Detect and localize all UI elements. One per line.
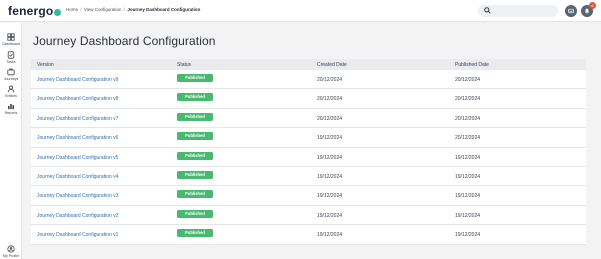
- status-badge: Published: [177, 170, 213, 179]
- version-link[interactable]: Journey Dashboard Configuration v7: [37, 116, 118, 122]
- breadcrumb-separator: /: [80, 7, 82, 12]
- notifications-button[interactable]: 6: [581, 2, 596, 17]
- dashboard-icon: [7, 33, 15, 41]
- published-date: 20/12/2024: [455, 77, 481, 83]
- table-row[interactable]: Journey Dashboard Configuration v5 Publi…: [31, 147, 586, 167]
- created-date: 19/12/2024: [317, 154, 343, 161]
- sidebar-item-my-profile[interactable]: My Profile: [0, 245, 22, 258]
- bell-icon: [584, 8, 590, 14]
- sidebar-item-label: Tasks: [6, 60, 16, 64]
- version-link[interactable]: Journey Dashboard Configuration v4: [37, 174, 118, 180]
- logo-text: fenergo: [8, 4, 54, 18]
- version-link[interactable]: Journey Dashboard Configuration v3: [37, 193, 118, 199]
- published-date: 19/12/2024: [455, 232, 481, 239]
- version-link[interactable]: Journey Dashboard Configuration v1: [37, 232, 118, 238]
- published-date: 20/12/2024: [455, 96, 481, 103]
- breadcrumb-current: Journey Dashboard Configuration: [127, 7, 201, 12]
- published-date: 19/12/2024: [455, 193, 481, 200]
- entities-icon: [7, 85, 15, 93]
- status-badge: Published: [177, 93, 213, 102]
- sidebar-item-label: My Profile: [3, 254, 19, 258]
- created-date: 19/12/2024: [317, 232, 343, 239]
- notification-badge: 6: [589, 2, 596, 9]
- top-bar: fenergo Home / View Configuration / Jour…: [0, 0, 601, 22]
- table-row[interactable]: Journey Dashboard Configuration v3 Publi…: [31, 186, 586, 206]
- sidebar-item-tasks[interactable]: Tasks: [0, 51, 22, 64]
- breadcrumb-view-configuration[interactable]: View Configuration: [84, 7, 122, 12]
- table-row[interactable]: Journey Dashboard Configuration v4 Publi…: [31, 166, 586, 187]
- version-link[interactable]: Journey Dashboard Configuration v9: [37, 77, 118, 83]
- main-content: Journey Dashboard Configuration Version …: [23, 23, 601, 259]
- column-header-published-date[interactable]: Published Date: [455, 62, 489, 68]
- status-badge: Published: [177, 190, 213, 199]
- published-date: 20/12/2024: [455, 135, 481, 142]
- created-date: 20/12/2024: [317, 77, 343, 83]
- table-header: Version Status Created Date Published Da…: [31, 59, 586, 70]
- status-badge: Published: [177, 74, 213, 82]
- status-badge: Published: [177, 209, 213, 218]
- created-date: 19/12/2024: [317, 212, 343, 219]
- published-date: 20/12/2024: [455, 115, 481, 122]
- version-link[interactable]: Journey Dashboard Configuration v6: [37, 135, 118, 141]
- table-row[interactable]: Journey Dashboard Configuration v7 Publi…: [31, 108, 586, 129]
- fenergo-logo[interactable]: fenergo: [8, 4, 62, 18]
- sidebar-item-label: Journeys: [3, 77, 19, 81]
- journeys-icon: [7, 68, 15, 76]
- status-badge: Published: [177, 132, 213, 141]
- page-title: Journey Dashboard Configuration: [33, 34, 216, 48]
- reports-icon: [7, 104, 15, 110]
- status-badge: Published: [177, 151, 213, 160]
- table-row[interactable]: Journey Dashboard Configuration v2 Publi…: [31, 205, 586, 226]
- configuration-table: Version Status Created Date Published Da…: [31, 59, 586, 245]
- sidebar-item-label: Reports: [4, 111, 18, 115]
- created-date: 19/12/2024: [317, 193, 343, 200]
- table-row[interactable]: Journey Dashboard Configuration v6 Publi…: [31, 128, 586, 148]
- logo-dot-icon: [54, 9, 62, 16]
- published-date: 19/12/2024: [455, 173, 481, 180]
- inbox-button[interactable]: [565, 5, 577, 17]
- column-header-created-date[interactable]: Created Date: [317, 62, 347, 68]
- version-link[interactable]: Journey Dashboard Configuration v8: [37, 96, 118, 102]
- profile-icon: [7, 245, 15, 253]
- version-link[interactable]: Journey Dashboard Configuration v5: [37, 155, 118, 161]
- table-row[interactable]: Journey Dashboard Configuration v9 Publi…: [31, 70, 586, 90]
- search-box[interactable]: [478, 5, 558, 17]
- table-row[interactable]: Journey Dashboard Configuration v1 Publi…: [31, 225, 586, 245]
- published-date: 19/12/2024: [455, 154, 481, 161]
- inbox-icon: [568, 8, 574, 14]
- created-date: 20/12/2024: [317, 115, 343, 122]
- status-badge: Published: [177, 112, 213, 121]
- created-date: 20/12/2024: [317, 96, 343, 103]
- sidebar-item-entities[interactable]: Entities: [0, 85, 22, 98]
- created-date: 19/12/2024: [317, 173, 343, 180]
- tasks-icon: [7, 51, 15, 59]
- version-link[interactable]: Journey Dashboard Configuration v2: [37, 213, 118, 219]
- breadcrumb-home[interactable]: Home: [66, 7, 78, 12]
- breadcrumb: Home / View Configuration / Journey Dash…: [66, 7, 200, 12]
- table-row[interactable]: Journey Dashboard Configuration v8 Publi…: [31, 89, 586, 109]
- sidebar-item-reports[interactable]: Reports: [0, 102, 22, 115]
- column-header-status[interactable]: Status: [177, 62, 191, 68]
- sidebar: Dashboard Tasks Journeys Entities Report…: [0, 23, 22, 259]
- column-header-version[interactable]: Version: [37, 62, 54, 68]
- search-input[interactable]: [494, 6, 554, 16]
- created-date: 19/12/2024: [317, 135, 343, 142]
- sidebar-item-journeys[interactable]: Journeys: [0, 68, 22, 81]
- sidebar-item-label: Dashboard: [2, 42, 20, 46]
- sidebar-item-label: Entities: [5, 94, 17, 98]
- search-icon: [484, 7, 491, 14]
- status-badge: Published: [177, 229, 213, 238]
- published-date: 19/12/2024: [455, 212, 481, 219]
- sidebar-item-dashboard[interactable]: Dashboard: [0, 33, 22, 46]
- breadcrumb-separator: /: [123, 7, 126, 12]
